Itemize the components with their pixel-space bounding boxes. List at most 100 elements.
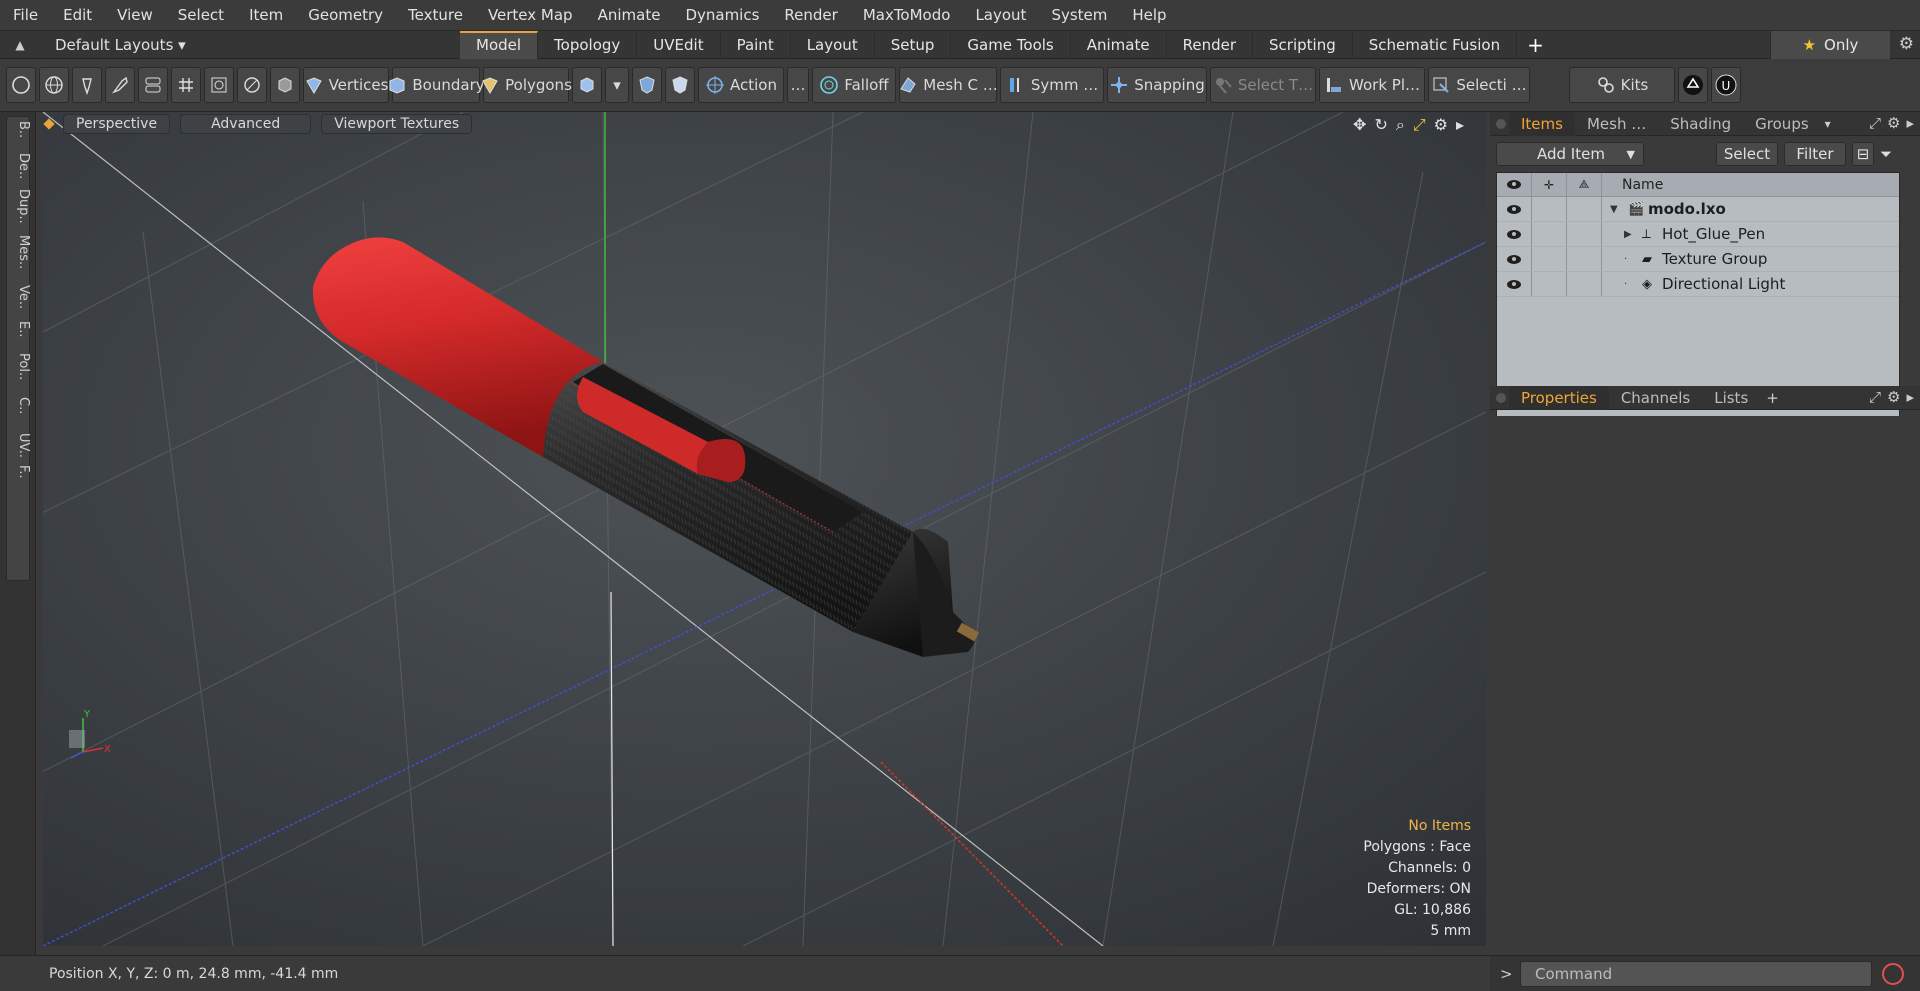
snap-shield-icon[interactable] <box>665 67 695 103</box>
visibility-column-header[interactable] <box>1497 173 1532 196</box>
menu-file[interactable]: File <box>0 6 50 24</box>
panel-gear-icon[interactable]: ⚙ <box>1887 114 1900 132</box>
menu-system[interactable]: System <box>1038 6 1119 24</box>
toolbox-tab-8[interactable]: UV.. <box>7 433 31 458</box>
render-toggle[interactable] <box>1567 197 1602 221</box>
polygons-button[interactable]: Polygons <box>482 67 572 103</box>
menu-select[interactable]: Select <box>165 6 236 24</box>
tab-model[interactable]: Model <box>460 30 539 59</box>
menu-vertex-map[interactable]: Vertex Map <box>475 6 585 24</box>
globe-icon[interactable] <box>39 67 69 103</box>
panel-gear-icon[interactable]: ⚙ <box>1887 388 1900 406</box>
perspective-dropdown[interactable]: Perspective <box>63 114 171 134</box>
kits-button[interactable]: Kits <box>1569 67 1675 103</box>
grid-select-icon[interactable] <box>171 67 201 103</box>
menu-layout[interactable]: Layout <box>962 6 1038 24</box>
toolbox-tab-6[interactable]: Pol.. <box>7 353 31 380</box>
toolbox-tab-9[interactable]: F.. <box>7 465 31 479</box>
move-view-icon[interactable]: ✥ <box>1353 115 1366 135</box>
visibility-toggle[interactable] <box>1497 247 1532 271</box>
viewport-textures-dropdown[interactable]: Viewport Textures <box>321 114 473 134</box>
menu-render[interactable]: Render <box>771 6 849 24</box>
render-toggle[interactable] <box>1567 247 1602 271</box>
lasso-icon[interactable] <box>72 67 102 103</box>
visibility-toggle[interactable] <box>1497 272 1532 296</box>
action-center-button[interactable]: Action <box>698 67 784 103</box>
unreal-icon[interactable]: U <box>1711 67 1741 103</box>
tab-shading[interactable]: Shading <box>1658 112 1743 136</box>
expand-arrow-icon[interactable]: · <box>1624 279 1642 290</box>
3d-viewport[interactable]: Y X Perspective Advanced Viewport Textur… <box>43 112 1486 946</box>
round-select-icon[interactable] <box>237 67 267 103</box>
render-toggle[interactable] <box>1567 272 1602 296</box>
symmetry-button[interactable]: Symm … <box>1000 67 1104 103</box>
menu-edit[interactable]: Edit <box>50 6 104 24</box>
selection-sets-button[interactable]: Selecti … <box>1428 67 1530 103</box>
toolbox-tab-5[interactable]: E.. <box>7 321 31 337</box>
menu-item[interactable]: Item <box>236 6 295 24</box>
toolbox-tab-0[interactable]: B.. <box>7 121 31 138</box>
viewport-gear-icon[interactable]: ⚙ <box>1434 115 1448 135</box>
tabs-dropdown-icon[interactable]: ▾ <box>1825 117 1831 131</box>
lock-toggle[interactable] <box>1532 222 1567 246</box>
rotate-view-icon[interactable]: ↻ <box>1374 115 1387 135</box>
boundary-button[interactable]: Boundary <box>389 67 485 103</box>
advanced-dropdown[interactable]: Advanced <box>180 114 312 134</box>
toolbox-tab-1[interactable]: De.. <box>7 153 31 179</box>
viewport-expand-arrow-icon[interactable]: ▸ <box>1456 115 1464 135</box>
action-more-button[interactable]: … <box>787 67 809 103</box>
panel-arrow-icon[interactable]: ▸ <box>1906 388 1914 406</box>
tab-layout[interactable]: Layout <box>791 30 875 59</box>
default-layouts-dropdown[interactable]: Default Layouts ▾ <box>40 36 460 54</box>
tab-items[interactable]: Items <box>1509 111 1575 136</box>
tab-topology[interactable]: Topology <box>538 30 638 59</box>
lock-toggle[interactable] <box>1532 272 1567 296</box>
item-row[interactable]: ▼ 🎬 modo.lxo <box>1497 197 1899 222</box>
frame-select-icon[interactable] <box>204 67 234 103</box>
item-row[interactable]: · ◈ Directional Light <box>1497 272 1899 297</box>
tab-schematic-fusion[interactable]: Schematic Fusion <box>1353 30 1518 59</box>
tab-properties[interactable]: Properties <box>1509 385 1609 410</box>
filter-button[interactable]: Filter <box>1784 142 1846 166</box>
toolbox-tab-2[interactable]: Dup.. <box>7 189 31 224</box>
tab-uvedit[interactable]: UVEdit <box>637 30 721 59</box>
name-column-header[interactable]: Name <box>1602 173 1663 196</box>
command-input[interactable]: Command <box>1520 960 1872 987</box>
expand-arrow-icon[interactable]: ▶ <box>1624 229 1642 240</box>
gear-icon[interactable]: ⚙ <box>1899 34 1914 54</box>
menu-help[interactable]: Help <box>1119 6 1178 24</box>
toolbox-tab-7[interactable]: C.. <box>7 397 31 414</box>
lock-column-header[interactable]: ✛ <box>1532 173 1567 196</box>
zoom-view-icon[interactable]: ⌕ <box>1396 115 1405 135</box>
tab-channels[interactable]: Channels <box>1609 386 1702 410</box>
menu-maxtomodo[interactable]: MaxToModo <box>850 6 963 24</box>
tab-render[interactable]: Render <box>1167 30 1254 59</box>
tab-mesh[interactable]: Mesh … <box>1575 112 1658 136</box>
expand-arrow-icon[interactable]: · <box>1624 254 1642 265</box>
add-properties-tab-button[interactable]: + <box>1760 389 1779 407</box>
tab-groups[interactable]: Groups <box>1743 112 1820 136</box>
vertices-button[interactable]: Vertices <box>303 67 389 103</box>
menu-texture[interactable]: Texture <box>395 6 475 24</box>
panel-arrow-icon[interactable]: ▸ <box>1906 114 1914 132</box>
select-through-button[interactable]: Select T… <box>1210 67 1316 103</box>
lock-toggle[interactable] <box>1532 197 1567 221</box>
mesh-constraint-button[interactable]: Mesh C … <box>899 67 998 103</box>
menu-view[interactable]: View <box>104 6 165 24</box>
record-icon[interactable] <box>1882 962 1904 985</box>
tab-setup[interactable]: Setup <box>875 30 952 59</box>
render-column-header[interactable]: ⟁ <box>1567 173 1602 196</box>
work-plane-button[interactable]: Work Pl… <box>1319 67 1425 103</box>
collapse-list-icon[interactable]: ⊟ <box>1852 142 1874 166</box>
chevron-down-icon[interactable]: ▾ <box>605 67 629 103</box>
only-toggle[interactable]: ★ Only <box>1770 31 1890 59</box>
funnel-icon[interactable]: ⏷ <box>1880 145 1892 163</box>
expand-panel-icon[interactable]: ⤢ <box>1869 388 1881 406</box>
expand-panel-icon[interactable]: ⤢ <box>1869 114 1881 132</box>
viewport-canvas[interactable]: Y X <box>43 112 1486 946</box>
falloff-button[interactable]: Falloff <box>812 67 896 103</box>
visibility-toggle[interactable] <box>1497 222 1532 246</box>
menu-dynamics[interactable]: Dynamics <box>672 6 771 24</box>
tab-animate[interactable]: Animate <box>1071 30 1167 59</box>
material-mode-icon[interactable] <box>572 67 602 103</box>
